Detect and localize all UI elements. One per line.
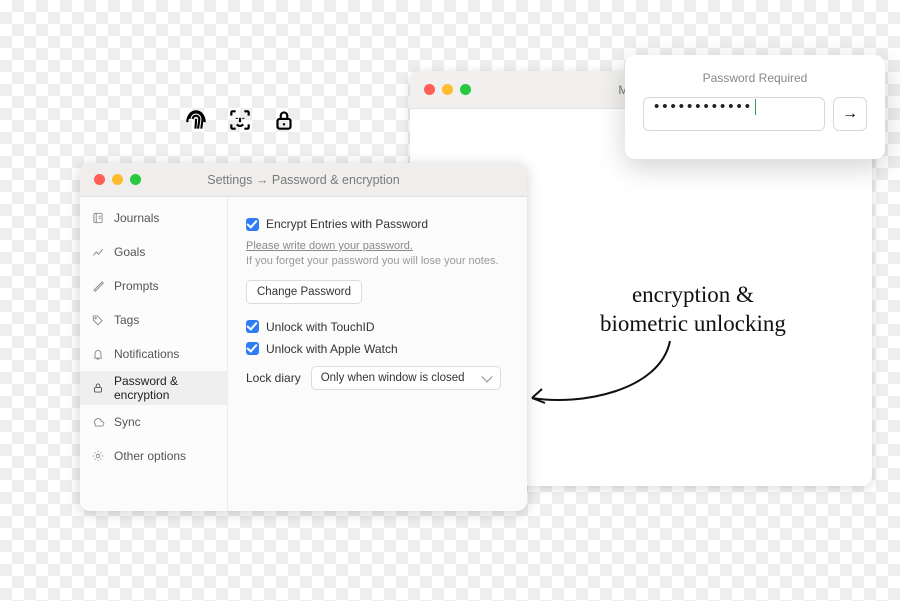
checkbox-checked-icon[interactable]: [246, 320, 259, 333]
arrow-right-icon: →: [842, 105, 858, 123]
settings-sidebar: Journals Goals Prompts Tags Notification…: [80, 197, 228, 511]
watch-label: Unlock with Apple Watch: [266, 342, 398, 356]
applewatch-checkbox-row[interactable]: Unlock with Apple Watch: [246, 342, 509, 356]
sidebar-item-label: Sync: [114, 415, 141, 429]
encrypt-label: Encrypt Entries with Password: [266, 217, 428, 231]
change-password-button[interactable]: Change Password: [246, 280, 362, 304]
settings-window: Settings → Password & encryption Journal…: [80, 163, 527, 511]
lock-diary-value: Only when window is closed: [321, 372, 465, 384]
settings-title: Settings → Password & encryption: [80, 173, 527, 187]
fingerprint-icon: [183, 107, 209, 138]
sidebar-item-label: Other options: [114, 449, 186, 463]
sidebar-item-tags[interactable]: Tags: [80, 303, 227, 337]
annotation-text: encryption & biometric unlocking: [600, 281, 786, 339]
encrypt-checkbox-row[interactable]: Encrypt Entries with Password: [246, 217, 509, 231]
close-dot[interactable]: [424, 84, 435, 95]
password-popup: Password Required •••••••••••• →: [625, 55, 885, 159]
password-input[interactable]: ••••••••••••: [643, 97, 825, 131]
sidebar-item-password-encryption[interactable]: Password & encryption: [80, 371, 227, 405]
checkbox-checked-icon[interactable]: [246, 342, 259, 355]
faceid-icon: [227, 107, 253, 138]
touchid-checkbox-row[interactable]: Unlock with TouchID: [246, 320, 509, 334]
sidebar-item-goals[interactable]: Goals: [80, 235, 227, 269]
sidebar-item-other-options[interactable]: Other options: [80, 439, 227, 473]
sidebar-item-label: Tags: [114, 313, 139, 327]
lock-diary-select[interactable]: Only when window is closed: [311, 366, 501, 390]
settings-titlebar: Settings → Password & encryption: [80, 163, 527, 197]
sidebar-item-label: Goals: [114, 245, 145, 259]
sidebar-item-label: Prompts: [114, 279, 159, 293]
checkbox-checked-icon[interactable]: [246, 218, 259, 231]
minimize-dot[interactable]: [442, 84, 453, 95]
touchid-label: Unlock with TouchID: [266, 320, 375, 334]
traffic-lights[interactable]: [410, 84, 471, 95]
password-submit-button[interactable]: →: [833, 97, 867, 131]
sidebar-item-sync[interactable]: Sync: [80, 405, 227, 439]
password-popup-title: Password Required: [643, 71, 867, 85]
sidebar-item-label: Password & encryption: [114, 374, 216, 402]
password-value: ••••••••••••: [654, 98, 753, 115]
sidebar-item-notifications[interactable]: Notifications: [80, 337, 227, 371]
sidebar-item-prompts[interactable]: Prompts: [80, 269, 227, 303]
biometric-icons-strip: [183, 107, 297, 138]
sidebar-item-journals[interactable]: Journals: [80, 201, 227, 235]
lock-diary-label: Lock diary: [246, 371, 301, 385]
sidebar-item-label: Journals: [114, 211, 159, 225]
zoom-dot[interactable]: [460, 84, 471, 95]
sidebar-item-label: Notifications: [114, 347, 179, 361]
lock-icon: [271, 107, 297, 138]
annotation-arrow: [520, 336, 680, 416]
settings-pane: Encrypt Entries with Password Please wri…: [228, 197, 527, 511]
password-hint: Please write down your password. If you …: [246, 239, 509, 270]
